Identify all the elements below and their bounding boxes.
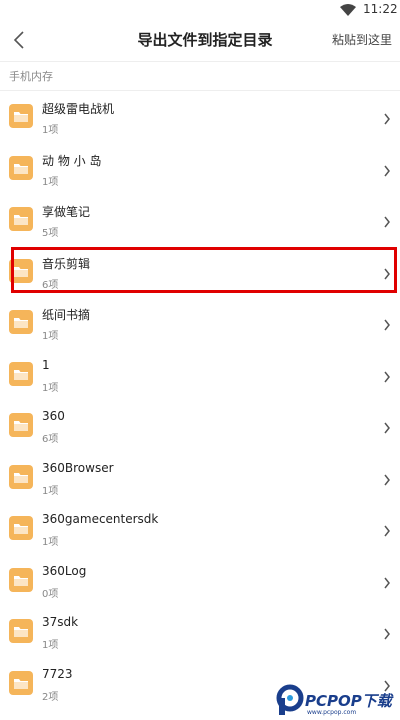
folder-item-count: 2项 bbox=[42, 691, 59, 703]
folder-icon bbox=[9, 361, 33, 386]
chevron-right-icon bbox=[383, 316, 391, 331]
chevron-right-icon bbox=[383, 213, 391, 228]
folder-row[interactable]: 360Browser 1项 bbox=[0, 451, 400, 503]
folder-name: 37sdk bbox=[42, 615, 79, 629]
folder-name: 动 物 小 岛 bbox=[42, 153, 102, 168]
folder-item-count: 1项 bbox=[42, 331, 59, 342]
folder-row[interactable]: 1 1项 bbox=[0, 348, 400, 400]
folder-icon bbox=[9, 516, 33, 540]
pcpop-logo-icon bbox=[276, 684, 304, 715]
export-folder-screen: 11:22 导出文件到指定目录 粘贴到这里 手机内存 超级雷电战机 1项动 物 小… bbox=[0, 0, 400, 720]
folder-list: 超级雷电战机 1项动 物 小 岛 1项 享做笔记 5项 音乐剪辑 6项 纸间书摘 1项 1 1项 36… bbox=[0, 90, 400, 708]
folder-row[interactable]: 超级雷电战机 1项 bbox=[0, 90, 400, 142]
folder-row[interactable]: 动 物 小 岛 1项 bbox=[0, 142, 400, 194]
chevron-right-icon bbox=[383, 162, 391, 176]
folder-row[interactable]: 360 6项 bbox=[0, 399, 400, 451]
watermark-subtext: www.pcpop.com bbox=[307, 709, 357, 716]
folder-item-count: 1项 bbox=[42, 382, 59, 394]
folder-icon bbox=[9, 567, 33, 592]
watermark: PCPOP下载 www.pcpop.com bbox=[275, 684, 400, 720]
folder-icon bbox=[9, 258, 33, 283]
storage-label: 手机内存 bbox=[9, 70, 53, 83]
wifi-icon bbox=[340, 4, 356, 16]
folder-name: 360gamecentersdk bbox=[42, 512, 159, 526]
chevron-right-icon bbox=[383, 522, 391, 537]
watermark-text: PCPOP下载 bbox=[305, 692, 392, 710]
folder-name: 360 bbox=[42, 409, 65, 423]
folder-icon bbox=[9, 413, 33, 437]
header: 导出文件到指定目录 粘贴到这里 bbox=[0, 20, 400, 60]
folder-icon bbox=[9, 670, 33, 695]
folder-name: 享做笔记 bbox=[42, 205, 91, 219]
storage-section-header: 手机内存 bbox=[0, 61, 400, 91]
clock: 11:22 bbox=[363, 2, 398, 16]
folder-item-count: 1项 bbox=[42, 537, 59, 548]
status-bar: 11:22 bbox=[0, 0, 400, 20]
folder-item-count: 1项 bbox=[42, 125, 59, 136]
chevron-right-icon bbox=[383, 471, 391, 485]
folder-icon bbox=[9, 104, 33, 128]
folder-item-count: 6项 bbox=[42, 279, 59, 291]
chevron-right-icon bbox=[383, 574, 391, 588]
folder-item-count: 0项 bbox=[42, 588, 59, 600]
folder-name: 360Browser bbox=[42, 460, 114, 475]
page-title: 导出文件到指定目录 bbox=[137, 31, 273, 49]
folder-icon bbox=[9, 619, 33, 643]
chevron-right-icon bbox=[383, 265, 391, 279]
folder-item-count: 1项 bbox=[42, 640, 59, 651]
folder-icon bbox=[9, 207, 33, 231]
folder-row[interactable]: 37sdk 1项 bbox=[0, 605, 400, 657]
folder-row[interactable]: 音乐剪辑 6项 bbox=[0, 245, 400, 297]
folder-icon bbox=[9, 464, 33, 489]
chevron-right-icon bbox=[383, 368, 391, 382]
chevron-right-icon bbox=[383, 419, 391, 434]
folder-item-count: 5项 bbox=[42, 228, 59, 239]
folder-name: 7723 bbox=[42, 666, 73, 681]
folder-icon bbox=[9, 310, 33, 334]
folder-item-count: 6项 bbox=[42, 434, 59, 445]
folder-row[interactable]: 360gamecentersdk 1项 bbox=[0, 502, 400, 554]
chevron-left-icon[interactable] bbox=[8, 28, 32, 52]
folder-name: 音乐剪辑 bbox=[42, 256, 91, 271]
folder-icon bbox=[9, 155, 33, 180]
folder-row[interactable]: 纸间书摘 1项 bbox=[0, 296, 400, 348]
folder-row[interactable]: 360Log 0项 bbox=[0, 554, 400, 606]
folder-name: 纸间书摘 bbox=[42, 308, 91, 322]
chevron-right-icon bbox=[383, 110, 391, 125]
folder-row[interactable]: 享做笔记 5项 bbox=[0, 193, 400, 245]
folder-name: 超级雷电战机 bbox=[42, 102, 115, 116]
paste-here-button[interactable]: 粘贴到这里 bbox=[332, 31, 392, 48]
folder-item-count: 1项 bbox=[42, 176, 59, 188]
folder-item-count: 1项 bbox=[42, 485, 59, 497]
folder-name: 360Log bbox=[42, 563, 87, 578]
chevron-right-icon bbox=[383, 625, 391, 640]
folder-name: 1 bbox=[42, 357, 50, 372]
